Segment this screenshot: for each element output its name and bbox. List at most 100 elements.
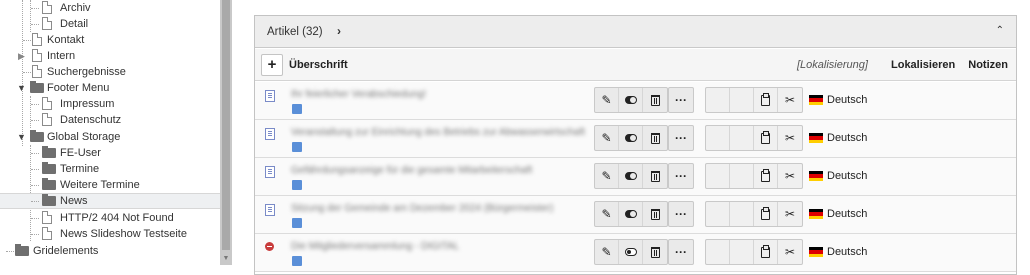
tree-item-gridelements[interactable]: Gridelements: [0, 243, 220, 259]
toggle-visibility-icon[interactable]: [619, 240, 643, 264]
more-options-button[interactable]: ···: [668, 239, 694, 265]
folder-icon: [30, 130, 44, 144]
clipboard-actions: ✂: [705, 87, 803, 113]
tree-item-global-storage[interactable]: ▼ Global Storage: [0, 129, 220, 145]
edit-pencil-icon[interactable]: ✎: [595, 88, 619, 112]
panel-header[interactable]: Artikel (32) › ⌃: [255, 16, 1016, 48]
record-list-area: Artikel (32) › ⌃ + Überschrift [Lokalisi…: [232, 0, 1030, 275]
table-row[interactable]: Die Mitgliederversammlung - DIGITAL ✎ ··…: [255, 234, 1016, 272]
tree-item-impressum[interactable]: Impressum: [0, 96, 220, 112]
column-title[interactable]: Überschrift: [289, 59, 348, 71]
record-icon[interactable]: [265, 90, 275, 102]
more-options-button[interactable]: ···: [668, 201, 694, 227]
cut-scissors-icon[interactable]: ✂: [778, 126, 802, 150]
folder-icon: [42, 146, 56, 160]
collapse-icon[interactable]: ▼: [17, 132, 26, 142]
tree-item-intern[interactable]: ▶ Intern: [0, 48, 220, 64]
folder-icon: [42, 162, 56, 176]
tree-scrollbar[interactable]: ▼: [220, 0, 232, 265]
toggle-visibility-icon[interactable]: [619, 88, 643, 112]
language-label: Deutsch: [827, 246, 868, 258]
image-icon: [292, 218, 302, 228]
copy-clipboard-icon[interactable]: [754, 164, 778, 188]
tree-item-label: News: [60, 195, 88, 207]
tree-item-404[interactable]: HTTP/2 404 Not Found: [0, 210, 220, 226]
page-icon: [42, 97, 54, 111]
cut-scissors-icon[interactable]: ✂: [778, 240, 802, 264]
tree-item-footer-menu[interactable]: ▼ Footer Menu: [0, 80, 220, 96]
tree-item-label: News Slideshow Testseite: [60, 228, 187, 240]
localization-link[interactable]: [Lokalisierung]: [797, 59, 868, 71]
more-options-button[interactable]: ···: [668, 125, 694, 151]
toggle-visibility-icon[interactable]: [619, 202, 643, 226]
add-record-button[interactable]: +: [261, 54, 283, 76]
record-title[interactable]: Die Mitgliederversammlung - DIGITAL: [291, 241, 459, 252]
tree-item-termine[interactable]: Termine: [0, 161, 220, 177]
record-title[interactable]: Gefährdungsanzeige für die gesamte Mitar…: [291, 165, 532, 176]
more-options-button[interactable]: ···: [668, 163, 694, 189]
delete-trash-icon[interactable]: [643, 88, 667, 112]
table-row[interactable]: Sitzung der Gemeinde am Dezember 2024 (B…: [255, 196, 1016, 234]
chevron-right-icon[interactable]: ›: [337, 24, 341, 38]
delete-trash-icon[interactable]: [643, 202, 667, 226]
scroll-down-arrow-icon[interactable]: ▼: [222, 255, 230, 263]
tree-item-weitere-termine[interactable]: Weitere Termine: [0, 177, 220, 193]
record-icon[interactable]: [265, 128, 275, 140]
record-title[interactable]: Sitzung der Gemeinde am Dezember 2024 (B…: [291, 203, 553, 214]
german-flag-icon: [809, 247, 823, 257]
table-row[interactable]: Veranstaltung zur Einrichtung des Betrie…: [255, 120, 1016, 158]
collapse-icon[interactable]: ▼: [17, 83, 26, 93]
toggle-visibility-icon[interactable]: [619, 126, 643, 150]
tree-item-detail[interactable]: Detail: [0, 16, 220, 32]
tree-item-datenschutz[interactable]: Datenschutz: [0, 112, 220, 128]
clipboard-actions: ✂: [705, 239, 803, 265]
german-flag-icon: [809, 95, 823, 105]
empty-action-slot: [730, 164, 754, 188]
german-flag-icon: [809, 171, 823, 181]
record-actions: ✎: [594, 125, 668, 151]
tree-item-suchergebnisse[interactable]: Suchergebnisse: [0, 64, 220, 80]
record-icon[interactable]: [265, 166, 275, 178]
page-icon: [42, 113, 54, 127]
record-title[interactable]: Veranstaltung zur Einrichtung des Betrie…: [291, 127, 585, 138]
edit-pencil-icon[interactable]: ✎: [595, 126, 619, 150]
tree-item-news-slideshow[interactable]: News Slideshow Testseite: [0, 226, 220, 242]
tree-item-fe-user[interactable]: FE-User: [0, 145, 220, 161]
copy-clipboard-icon[interactable]: [754, 240, 778, 264]
scrollbar-thumb[interactable]: [222, 0, 230, 250]
copy-clipboard-icon[interactable]: [754, 202, 778, 226]
toggle-visibility-icon[interactable]: [619, 164, 643, 188]
copy-clipboard-icon[interactable]: [754, 126, 778, 150]
edit-pencil-icon[interactable]: ✎: [595, 202, 619, 226]
tree-item-kontakt[interactable]: Kontakt: [0, 32, 220, 48]
table-row[interactable]: Gefährdungsanzeige für die gesamte Mitar…: [255, 158, 1016, 196]
delete-trash-icon[interactable]: [643, 240, 667, 264]
hidden-record-icon[interactable]: [265, 242, 274, 251]
more-options-button[interactable]: ···: [668, 87, 694, 113]
copy-clipboard-icon[interactable]: [754, 88, 778, 112]
table-row[interactable]: Ihr feierlicher Verabschiedung! ✎ ··· ✂ …: [255, 82, 1016, 120]
delete-trash-icon[interactable]: [643, 126, 667, 150]
expand-icon[interactable]: ▶: [18, 51, 26, 61]
page-tree: Archiv Detail Kontakt ▶ Intern Suchergeb…: [0, 0, 220, 265]
flag-stripe-gold: [809, 215, 823, 219]
record-actions: ✎: [594, 163, 668, 189]
collapse-chevron-up-icon[interactable]: ⌃: [996, 25, 1004, 36]
page-icon: [42, 211, 54, 225]
record-title[interactable]: Ihr feierlicher Verabschiedung!: [291, 89, 426, 100]
tree-item-news[interactable]: News: [0, 193, 220, 209]
localize-button[interactable]: Lokalisieren: [891, 59, 955, 71]
notes-button[interactable]: Notizen: [968, 59, 1008, 71]
record-icon[interactable]: [265, 204, 275, 216]
cut-scissors-icon[interactable]: ✂: [778, 88, 802, 112]
folder-icon: [30, 81, 44, 95]
cut-scissors-icon[interactable]: ✂: [778, 202, 802, 226]
delete-trash-icon[interactable]: [643, 164, 667, 188]
edit-pencil-icon[interactable]: ✎: [595, 164, 619, 188]
edit-pencil-icon[interactable]: ✎: [595, 240, 619, 264]
cut-scissors-icon[interactable]: ✂: [778, 164, 802, 188]
tree-item-archiv[interactable]: Archiv: [0, 0, 220, 16]
panel-title[interactable]: Artikel (32): [267, 26, 323, 38]
tree-item-label: HTTP/2 404 Not Found: [60, 212, 174, 224]
page-icon: [32, 33, 44, 47]
